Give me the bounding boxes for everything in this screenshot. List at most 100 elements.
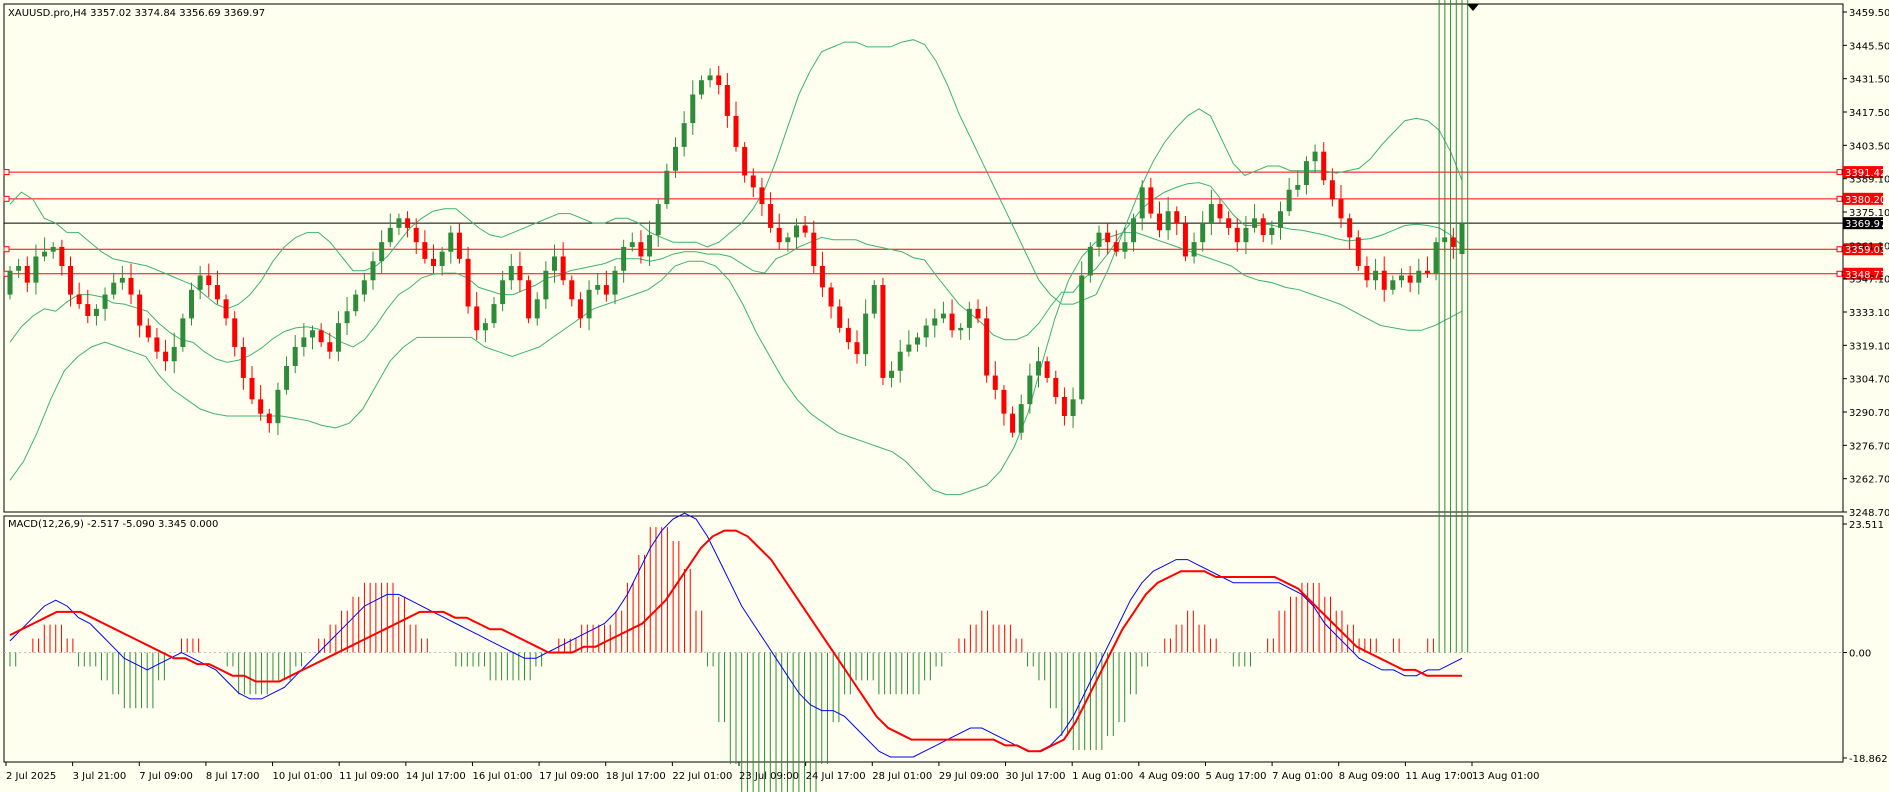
candle-body[interactable] bbox=[370, 261, 376, 281]
candle-body[interactable] bbox=[1139, 187, 1145, 219]
candle-body[interactable] bbox=[249, 377, 255, 400]
candle-body[interactable] bbox=[837, 306, 843, 328]
candle-body[interactable] bbox=[50, 246, 56, 252]
candle-body[interactable] bbox=[560, 256, 566, 281]
candle-body[interactable] bbox=[1010, 413, 1016, 433]
candle-body[interactable] bbox=[7, 270, 13, 295]
candle-body[interactable] bbox=[1347, 218, 1353, 238]
candle-body[interactable] bbox=[603, 285, 609, 295]
candle-body[interactable] bbox=[742, 146, 748, 176]
candle-body[interactable] bbox=[163, 351, 169, 362]
candle-body[interactable] bbox=[154, 337, 160, 352]
candle-body[interactable] bbox=[111, 282, 117, 295]
candle-body[interactable] bbox=[854, 342, 860, 355]
candle-body[interactable] bbox=[1165, 211, 1171, 231]
candle-body[interactable] bbox=[690, 94, 696, 124]
candle-body[interactable] bbox=[776, 227, 782, 243]
candle-body[interactable] bbox=[361, 280, 367, 295]
candle-body[interactable] bbox=[214, 285, 220, 300]
candle-body[interactable] bbox=[335, 323, 341, 352]
candle-body[interactable] bbox=[344, 311, 350, 324]
level-handle-right[interactable] bbox=[1836, 169, 1843, 176]
candle-body[interactable] bbox=[647, 235, 653, 257]
candle-body[interactable] bbox=[474, 306, 480, 331]
candle-body[interactable] bbox=[517, 265, 523, 281]
candle-body[interactable] bbox=[940, 313, 946, 319]
candle-body[interactable] bbox=[206, 275, 212, 286]
candle-body[interactable] bbox=[405, 218, 411, 228]
candle-body[interactable] bbox=[1070, 399, 1076, 417]
candle-body[interactable] bbox=[137, 294, 143, 326]
candle-body[interactable] bbox=[638, 242, 644, 257]
candle-body[interactable] bbox=[880, 285, 886, 378]
candle-body[interactable] bbox=[456, 232, 462, 259]
candle-body[interactable] bbox=[543, 270, 549, 300]
candle-body[interactable] bbox=[197, 275, 203, 290]
candle-body[interactable] bbox=[724, 84, 730, 116]
candle-body[interactable] bbox=[327, 342, 333, 352]
candle-body[interactable] bbox=[1390, 280, 1396, 290]
candle-body[interactable] bbox=[932, 318, 938, 326]
candle-body[interactable] bbox=[102, 294, 108, 309]
candle-body[interactable] bbox=[966, 308, 972, 328]
candle-body[interactable] bbox=[500, 280, 506, 305]
candle-body[interactable] bbox=[906, 344, 912, 352]
candle-body[interactable] bbox=[897, 351, 903, 371]
candle-body[interactable] bbox=[413, 227, 419, 243]
candle-body[interactable] bbox=[1191, 242, 1197, 257]
candle-body[interactable] bbox=[42, 251, 48, 257]
candle-body[interactable] bbox=[949, 313, 955, 331]
candle-body[interactable] bbox=[387, 227, 393, 243]
level-handle-right[interactable] bbox=[1836, 270, 1843, 277]
level-handle-left[interactable] bbox=[3, 195, 10, 202]
level-handle-left[interactable] bbox=[3, 169, 10, 176]
candle-body[interactable] bbox=[1053, 377, 1059, 397]
candle-body[interactable] bbox=[1001, 389, 1007, 414]
candle-body[interactable] bbox=[707, 75, 713, 81]
candle-body[interactable] bbox=[526, 280, 532, 319]
candle-body[interactable] bbox=[802, 225, 808, 233]
candle-body[interactable] bbox=[310, 330, 315, 338]
candle-body[interactable] bbox=[1018, 404, 1024, 433]
candle-body[interactable] bbox=[1027, 375, 1033, 405]
candle-body[interactable] bbox=[1182, 223, 1188, 257]
candle-body[interactable] bbox=[1260, 218, 1266, 236]
candle-body[interactable] bbox=[1061, 396, 1067, 417]
candle-body[interactable] bbox=[1036, 361, 1041, 376]
candle-body[interactable] bbox=[68, 265, 73, 295]
candle-body[interactable] bbox=[984, 318, 990, 376]
candle-body[interactable] bbox=[1157, 213, 1162, 231]
level-handle-right[interactable] bbox=[1836, 246, 1843, 253]
candle-body[interactable] bbox=[422, 242, 428, 259]
candle-body[interactable] bbox=[1355, 237, 1361, 266]
candle-body[interactable] bbox=[258, 399, 264, 414]
candle-body[interactable] bbox=[448, 232, 454, 252]
candle-body[interactable] bbox=[508, 265, 514, 281]
candle-body[interactable] bbox=[1044, 361, 1050, 378]
candle-body[interactable] bbox=[1399, 275, 1404, 281]
candle-body[interactable] bbox=[439, 251, 445, 266]
candle-body[interactable] bbox=[292, 346, 298, 367]
candle-body[interactable] bbox=[59, 246, 65, 266]
candle-body[interactable] bbox=[85, 304, 91, 316]
candle-body[interactable] bbox=[465, 258, 471, 307]
candle-body[interactable] bbox=[379, 242, 385, 262]
candle-body[interactable] bbox=[1424, 270, 1430, 274]
candle-body[interactable] bbox=[1407, 275, 1413, 283]
candle-body[interactable] bbox=[845, 327, 851, 343]
candle-body[interactable] bbox=[621, 246, 627, 271]
candle-body[interactable] bbox=[577, 299, 583, 319]
candle-body[interactable] bbox=[1381, 270, 1387, 290]
level-handle-right[interactable] bbox=[1836, 195, 1843, 202]
candle-body[interactable] bbox=[785, 237, 791, 243]
candle-body[interactable] bbox=[1174, 211, 1180, 224]
candle-body[interactable] bbox=[958, 327, 964, 331]
candle-body[interactable] bbox=[673, 146, 678, 171]
candle-body[interactable] bbox=[1329, 180, 1335, 200]
candle-body[interactable] bbox=[1200, 223, 1206, 243]
candle-body[interactable] bbox=[664, 170, 670, 205]
candle-body[interactable] bbox=[145, 325, 151, 338]
candle-body[interactable] bbox=[171, 346, 177, 362]
candle-body[interactable] bbox=[750, 175, 756, 188]
candle-body[interactable] bbox=[1450, 237, 1456, 247]
